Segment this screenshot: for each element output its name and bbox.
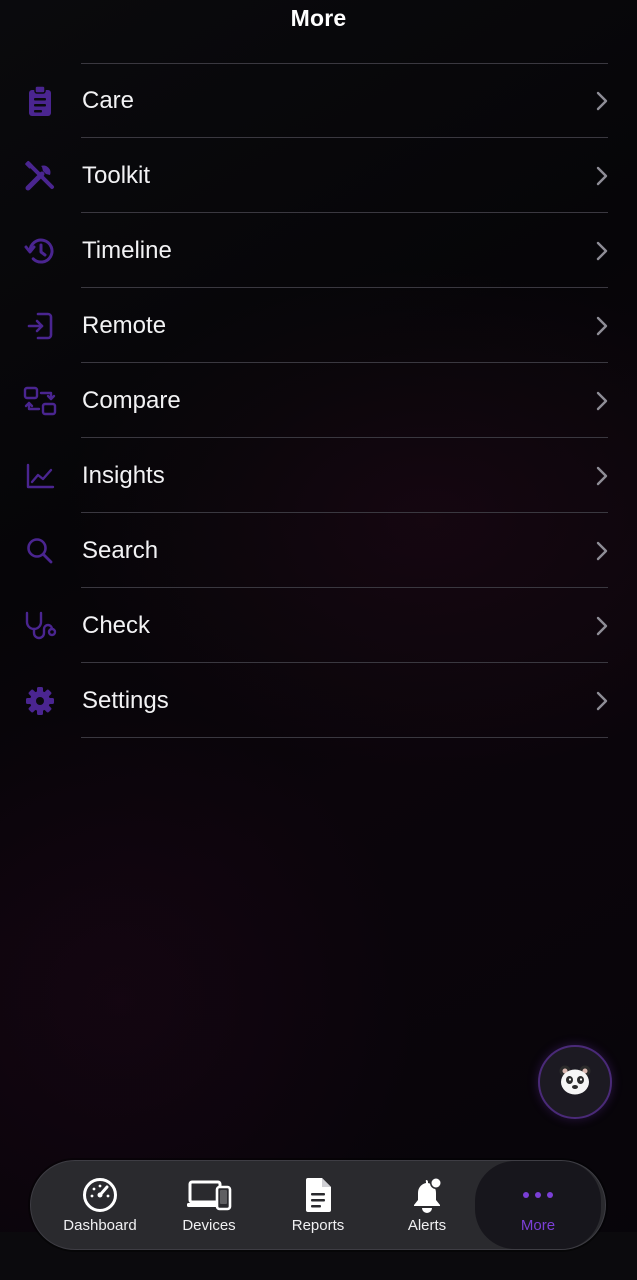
tab-reports[interactable]: Reports (263, 1161, 373, 1249)
clipboard-icon (22, 83, 58, 119)
chevron-right-icon (593, 388, 611, 414)
menu-item-label: Care (82, 87, 135, 114)
more-menu-list: Care Toolkit Timeline Remote Compare Ins… (0, 63, 637, 738)
menu-divider (81, 737, 608, 738)
menu-item-toolkit[interactable]: Toolkit (0, 138, 637, 213)
menu-item-remote[interactable]: Remote (0, 288, 637, 363)
sign-in-icon (22, 308, 58, 344)
tab-label: Dashboard (63, 1217, 137, 1234)
panda-face-icon (558, 1064, 592, 1101)
chevron-right-icon (593, 463, 611, 489)
chevron-right-icon (593, 163, 611, 189)
menu-item-label: Toolkit (82, 162, 151, 189)
tab-label: More (520, 1217, 556, 1234)
tab-label: Reports (291, 1217, 345, 1234)
tab-alerts[interactable]: Alerts (372, 1161, 482, 1249)
stethoscope-icon (22, 608, 58, 644)
page-title: More (290, 5, 347, 31)
tab-label: Devices (182, 1217, 236, 1234)
tools-icon (22, 158, 58, 194)
menu-item-insights[interactable]: Insights (0, 438, 637, 513)
chevron-right-icon (593, 313, 611, 339)
gear-icon (22, 683, 58, 719)
assistant-button[interactable] (538, 1045, 612, 1119)
chevron-right-icon (593, 88, 611, 114)
menu-item-care[interactable]: Care (0, 63, 637, 138)
chevron-right-icon (593, 538, 611, 564)
menu-item-label: Search (82, 537, 159, 564)
chevron-right-icon (593, 238, 611, 264)
menu-item-label: Check (82, 612, 151, 639)
document-icon (263, 1175, 373, 1215)
devices-icon (154, 1175, 264, 1215)
menu-item-label: Remote (82, 312, 167, 339)
bottom-tab-bar: Dashboard Devices Reports Alerts More (30, 1160, 606, 1250)
bell-badge-icon (372, 1175, 482, 1215)
history-icon (22, 233, 58, 269)
menu-item-label: Insights (82, 462, 165, 489)
menu-item-check[interactable]: Check (0, 588, 637, 663)
search-icon (22, 533, 58, 569)
tab-devices[interactable]: Devices (154, 1161, 264, 1249)
speedometer-icon (45, 1175, 155, 1215)
menu-item-settings[interactable]: Settings (0, 663, 637, 738)
menu-item-label: Settings (82, 687, 169, 714)
menu-item-timeline[interactable]: Timeline (0, 213, 637, 288)
chart-line-icon (22, 458, 58, 494)
tab-dashboard[interactable]: Dashboard (45, 1161, 155, 1249)
menu-item-label: Compare (82, 387, 181, 414)
menu-item-label: Timeline (82, 237, 172, 264)
chevron-right-icon (593, 688, 611, 714)
ellipsis-icon (475, 1175, 601, 1215)
tab-label: Alerts (407, 1217, 447, 1234)
more-screen: More Care Toolkit Timeline Remote Compar… (0, 0, 637, 1280)
chevron-right-icon (593, 613, 611, 639)
compare-icon (22, 383, 58, 419)
menu-item-search[interactable]: Search (0, 513, 637, 588)
tab-more[interactable]: More (475, 1161, 601, 1249)
menu-item-compare[interactable]: Compare (0, 363, 637, 438)
